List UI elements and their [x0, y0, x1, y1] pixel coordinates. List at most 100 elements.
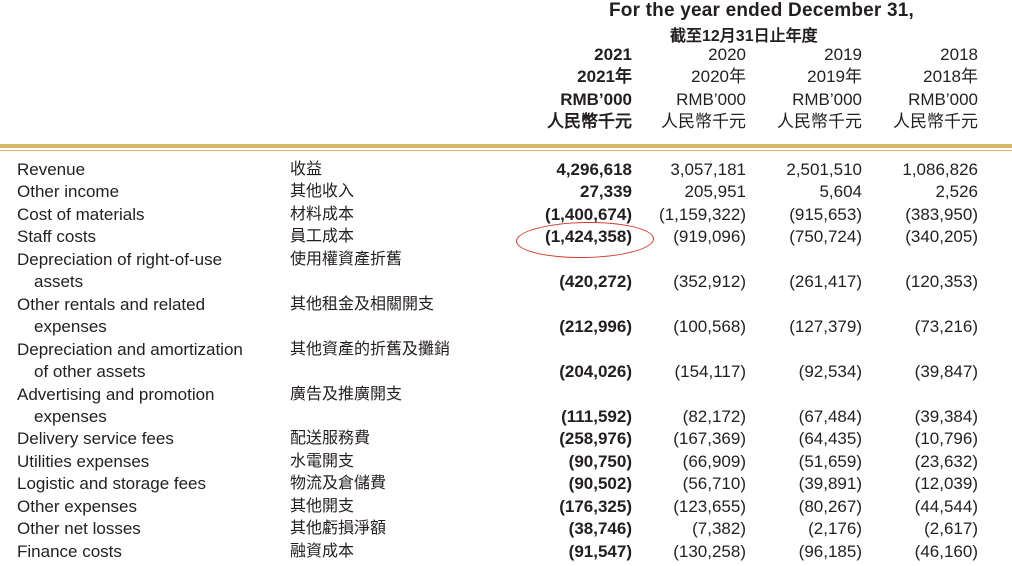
- value-2020: 3,057,181: [670, 160, 746, 179]
- row-label: Other income: [17, 182, 120, 201]
- row-label-zh: 融資成本: [290, 543, 355, 560]
- value-2018: 1,086,826: [902, 160, 978, 179]
- row-label-continued: expenses: [34, 317, 107, 336]
- value-2020: (56,710): [682, 474, 746, 493]
- value-2019: (51,659): [798, 452, 862, 471]
- value-2021: (212,996): [559, 317, 632, 336]
- row-label-zh: 水電開支: [290, 453, 355, 470]
- row-label-continued: assets: [34, 272, 84, 291]
- row-label: Other net losses: [17, 519, 141, 538]
- value-2019: 2,501,510: [786, 160, 862, 179]
- period-header-zh: 截至12月31日止年度: [670, 28, 818, 45]
- row-label-zh: 其他開支: [290, 498, 355, 515]
- unit-label-zh: 人民幣千元: [661, 112, 746, 131]
- row-label: Delivery service fees: [17, 429, 174, 448]
- row-label: Depreciation of right-of-use: [17, 250, 223, 269]
- value-2020: (167,369): [673, 429, 746, 448]
- value-2018: (2,617): [924, 519, 978, 538]
- value-2018: (383,950): [905, 205, 978, 224]
- row-label-zh: 收益: [290, 161, 323, 178]
- row-label: Logistic and storage fees: [17, 474, 207, 493]
- row-label-zh: 其他虧損淨額: [290, 520, 387, 537]
- value-2020: (1,159,322): [659, 205, 746, 224]
- row-label-zh: 材料成本: [290, 206, 355, 223]
- value-2021: (176,325): [559, 497, 632, 516]
- header-divider-thin: [0, 150, 1012, 151]
- row-label-zh: 其他租金及相關開支: [290, 296, 435, 313]
- value-2020: (123,655): [673, 497, 746, 516]
- value-2018: (120,353): [905, 272, 978, 291]
- row-label: Staff costs: [17, 227, 97, 246]
- value-2019: (127,379): [789, 317, 862, 336]
- value-2021: (111,592): [561, 407, 632, 426]
- year-label: 2018: [940, 45, 978, 64]
- row-label-zh: 其他資產的折舊及攤銷: [290, 341, 451, 358]
- row-label: Revenue: [17, 160, 86, 179]
- value-2019: (64,435): [798, 429, 862, 448]
- row-label-zh: 使用權資產折舊: [290, 251, 403, 268]
- year-label: 2019: [824, 45, 862, 64]
- value-2020: (352,912): [673, 272, 746, 291]
- unit-label: RMB’000: [908, 90, 978, 109]
- row-label-zh: 其他收入: [290, 183, 355, 200]
- row-label-zh: 物流及倉儲費: [290, 475, 387, 492]
- value-2020: (82,172): [682, 407, 746, 426]
- unit-label: RMB’000: [792, 90, 862, 109]
- row-label-continued: expenses: [34, 407, 107, 426]
- value-2020: (7,382): [692, 519, 746, 538]
- value-2021: 27,339: [580, 182, 632, 201]
- value-2021: (91,547): [568, 542, 632, 561]
- row-label: Depreciation and amortization: [17, 340, 243, 359]
- header-divider: [0, 144, 1012, 148]
- value-2019: (92,534): [798, 362, 862, 381]
- value-2018: (46,160): [914, 542, 978, 561]
- value-2021: 4,296,618: [556, 160, 632, 179]
- value-2021: (90,750): [568, 452, 632, 471]
- value-2020: (130,258): [673, 542, 746, 561]
- value-2018: (10,796): [914, 429, 978, 448]
- row-label-zh: 配送服務費: [290, 430, 371, 447]
- row-label: Cost of materials: [17, 205, 145, 224]
- value-2019: (96,185): [798, 542, 862, 561]
- value-2018: (12,039): [914, 474, 978, 493]
- value-2018: (23,632): [914, 452, 978, 471]
- value-2019: (261,417): [789, 272, 862, 291]
- row-label: Finance costs: [17, 542, 122, 561]
- year-label-zh: 2020年: [691, 67, 746, 86]
- value-2018: (39,847): [914, 362, 978, 381]
- value-2020: (66,909): [682, 452, 746, 471]
- value-2019: 5,604: [819, 182, 862, 201]
- value-2020: 205,951: [684, 182, 746, 201]
- unit-label-zh: 人民幣千元: [777, 112, 862, 131]
- value-2021: (90,502): [568, 474, 632, 493]
- unit-label-zh: 人民幣千元: [547, 112, 632, 131]
- row-label: Other expenses: [17, 497, 138, 516]
- value-2021: (38,746): [568, 519, 632, 538]
- value-2019: (67,484): [798, 407, 862, 426]
- value-2020: (154,117): [674, 362, 746, 381]
- value-2018: (73,216): [914, 317, 978, 336]
- value-2020: (100,568): [673, 317, 746, 336]
- value-2021: (204,026): [559, 362, 632, 381]
- year-label: 2021: [594, 45, 632, 64]
- row-label: Other rentals and related: [17, 295, 206, 314]
- year-label-zh: 2018年: [923, 67, 978, 86]
- value-2018: (44,544): [914, 497, 978, 516]
- value-2019: (915,653): [789, 205, 862, 224]
- value-2018: 2,526: [935, 182, 978, 201]
- unit-label-zh: 人民幣千元: [893, 112, 978, 131]
- value-2019: (80,267): [798, 497, 862, 516]
- row-label: Utilities expenses: [17, 452, 150, 471]
- value-2018: (39,384): [914, 407, 978, 426]
- year-label-zh: 2019年: [807, 67, 862, 86]
- row-label: Advertising and promotion: [17, 385, 215, 404]
- value-2021: (258,976): [559, 429, 632, 448]
- value-2019: (39,891): [798, 474, 862, 493]
- value-2018: (340,205): [905, 227, 978, 246]
- value-2019: (750,724): [789, 227, 862, 246]
- year-label-zh: 2021年: [577, 67, 632, 86]
- unit-label: RMB’000: [676, 90, 746, 109]
- row-label-continued: of other assets: [34, 362, 146, 381]
- row-label-zh: 廣告及推廣開支: [290, 386, 403, 403]
- value-2021: (420,272): [559, 272, 632, 291]
